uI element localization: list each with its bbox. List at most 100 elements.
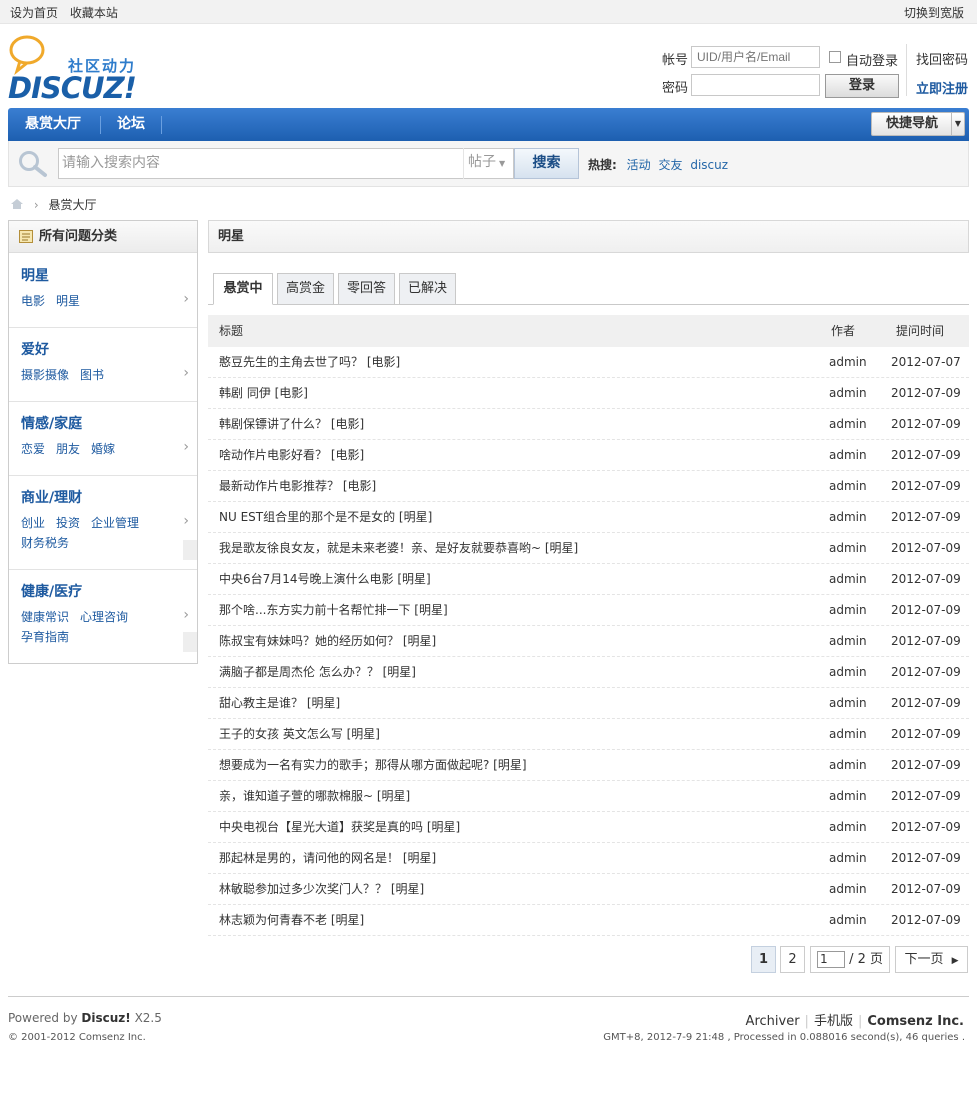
question-author[interactable]: admin <box>829 750 867 780</box>
site-logo[interactable]: 社区动力 DISCUZ! <box>8 35 143 105</box>
password-input[interactable] <box>691 74 820 96</box>
next-page-button[interactable]: 下一页 ▶ <box>895 946 968 973</box>
question-title-link[interactable]: 甜心教主是谁？ [明星] <box>219 688 340 718</box>
question-title-link[interactable]: 中央6台7月14号晚上演什么电影 [明星] <box>219 564 431 594</box>
nav-item-reward-hall[interactable]: 悬赏大厅 <box>25 108 81 141</box>
tab-rewarding[interactable]: 悬赏中 <box>213 273 273 305</box>
subcategory-link[interactable]: 摄影摄像 <box>21 368 69 382</box>
question-title-link[interactable]: 林志颖为何青春不老 [明星] <box>219 905 364 935</box>
chevron-right-icon[interactable]: › <box>183 439 189 455</box>
question-author[interactable]: admin <box>829 626 867 656</box>
chevron-right-icon[interactable]: › <box>183 365 189 381</box>
subcategory-link[interactable]: 电影 <box>21 294 45 308</box>
question-author[interactable]: admin <box>829 502 867 532</box>
question-title-link[interactable]: 那起林是男的，请问他的网名是！ [明星] <box>219 843 436 873</box>
section-title: 明星 <box>208 220 969 253</box>
page-total: / 2 页 <box>849 952 884 967</box>
hot-search-link[interactable]: discuz <box>690 158 728 172</box>
set-home-link[interactable]: 设为首页 <box>10 6 58 20</box>
question-title-link[interactable]: 憨豆先生的主角去世了吗？ [电影] <box>219 347 400 377</box>
category-title[interactable]: 健康/医疗 <box>21 581 82 601</box>
question-author[interactable]: admin <box>829 347 867 377</box>
question-title-link[interactable]: 林敏聪参加过多少次奖门人？？ [明星] <box>219 874 424 904</box>
category-title[interactable]: 明星 <box>21 265 49 285</box>
question-title-link[interactable]: 中央电视台【星光大道】获奖是真的吗 [明星] <box>219 812 460 842</box>
subcategory-link[interactable]: 创业 <box>21 516 45 530</box>
question-author[interactable]: admin <box>829 378 867 408</box>
hot-search-link[interactable]: 活动 <box>627 158 651 172</box>
question-title-link[interactable]: 想要成为一名有实力的歌手；那得从哪方面做起呢? [明星] <box>219 750 527 780</box>
subcategory-link[interactable]: 企业管理 <box>91 516 139 530</box>
question-title-link[interactable]: 啥动作片电影好看？ [电影] <box>219 440 364 470</box>
question-title-link[interactable]: 亲，谁知道子萱的哪款棉服~ [明星] <box>219 781 410 811</box>
login-button[interactable]: 登录 <box>825 74 899 98</box>
question-author[interactable]: admin <box>829 688 867 718</box>
quick-nav-button[interactable]: 快捷导航 ▼ <box>871 112 965 136</box>
question-author[interactable]: admin <box>829 905 867 935</box>
question-title-link[interactable]: 韩剧保镖讲了什么？ [电影] <box>219 409 364 439</box>
category-title[interactable]: 情感/家庭 <box>21 413 82 433</box>
search-type-select[interactable]: 帖子 ▼ <box>463 148 514 179</box>
question-author[interactable]: admin <box>829 812 867 842</box>
subcategory-link[interactable]: 恋爱 <box>21 442 45 456</box>
question-author[interactable]: admin <box>829 409 867 439</box>
chevron-right-icon[interactable]: › <box>183 607 189 623</box>
nav-separator <box>100 116 101 134</box>
question-author[interactable]: admin <box>829 874 867 904</box>
category-title[interactable]: 商业/理财 <box>21 487 82 507</box>
question-title-link[interactable]: 最新动作片电影推荐？ [电影] <box>219 471 376 501</box>
subcategory-link[interactable]: 投资 <box>56 516 80 530</box>
tab-zero-answers[interactable]: 零回答 <box>338 273 395 305</box>
bookmark-link[interactable]: 收藏本站 <box>70 6 118 20</box>
page-1-button[interactable]: 1 <box>751 946 776 973</box>
question-author[interactable]: admin <box>829 533 867 563</box>
subcategory-link[interactable]: 朋友 <box>56 442 80 456</box>
question-author[interactable]: admin <box>829 440 867 470</box>
hot-search-link[interactable]: 交友 <box>658 158 682 172</box>
table-row: 满脑子都是周杰伦 怎么办？？ [明星] admin 2012-07-09 <box>208 657 969 688</box>
question-title-link[interactable]: 韩剧 同伊 [电影] <box>219 378 308 408</box>
search-input[interactable]: 请输入搜索内容 <box>58 148 514 179</box>
home-icon[interactable] <box>10 198 24 210</box>
question-author[interactable]: admin <box>829 843 867 873</box>
chevron-right-icon[interactable]: › <box>183 513 189 529</box>
question-title-link[interactable]: 王子的女孩 英文怎么写 [明星] <box>219 719 380 749</box>
page-input[interactable]: 1 <box>817 951 845 968</box>
question-title-link[interactable]: 满脑子都是周杰伦 怎么办？？ [明星] <box>219 657 416 687</box>
find-password-link[interactable]: 找回密码 <box>916 49 968 68</box>
archiver-link[interactable]: Archiver <box>746 1014 800 1029</box>
register-link[interactable]: 立即注册 <box>916 78 968 97</box>
subcategory-link[interactable]: 婚嫁 <box>91 442 115 456</box>
question-title-link[interactable]: 我是歌友徐良女友，就是未来老婆！亲、是好友就要恭喜哟~ [明星] <box>219 533 578 563</box>
company-link[interactable]: Comsenz Inc. <box>867 1014 964 1029</box>
tab-solved[interactable]: 已解决 <box>399 273 456 305</box>
subcategory-link[interactable]: 健康常识 <box>21 610 69 624</box>
mobile-link[interactable]: 手机版 <box>814 1014 853 1029</box>
widescreen-link[interactable]: 切换到宽版 <box>904 6 964 20</box>
nav-item-forum[interactable]: 论坛 <box>117 108 145 141</box>
breadcrumb-current[interactable]: 悬赏大厅 <box>48 198 96 212</box>
footer-divider <box>8 996 969 997</box>
question-author[interactable]: admin <box>829 781 867 811</box>
subcategory-link[interactable]: 财务税务 <box>21 536 69 550</box>
question-title-link[interactable]: 陈叔宝有妹妹吗？她的经历如何？ [明星] <box>219 626 436 656</box>
page-2-button[interactable]: 2 <box>780 946 805 973</box>
question-author[interactable]: admin <box>829 471 867 501</box>
question-author[interactable]: admin <box>829 564 867 594</box>
chevron-right-icon[interactable]: › <box>183 291 189 307</box>
question-author[interactable]: admin <box>829 595 867 625</box>
subcategory-link[interactable]: 图书 <box>80 368 104 382</box>
subcategory-link[interactable]: 心理咨询 <box>80 610 128 624</box>
subcategory-link[interactable]: 明星 <box>56 294 80 308</box>
search-button[interactable]: 搜索 <box>514 148 579 179</box>
question-author[interactable]: admin <box>829 719 867 749</box>
powered-brand[interactable]: Discuz! <box>81 1011 130 1025</box>
tab-high-reward[interactable]: 高赏金 <box>277 273 334 305</box>
question-title-link[interactable]: 那个啥...东方实力前十名帮忙排一下 [明星] <box>219 595 448 625</box>
question-author[interactable]: admin <box>829 657 867 687</box>
subcategory-link[interactable]: 孕育指南 <box>21 630 69 644</box>
category-title[interactable]: 爱好 <box>21 339 49 359</box>
auto-login-checkbox[interactable] <box>829 51 841 63</box>
account-input[interactable] <box>691 46 820 68</box>
question-title-link[interactable]: NU EST组合里的那个是不是女的 [明星] <box>219 502 432 532</box>
